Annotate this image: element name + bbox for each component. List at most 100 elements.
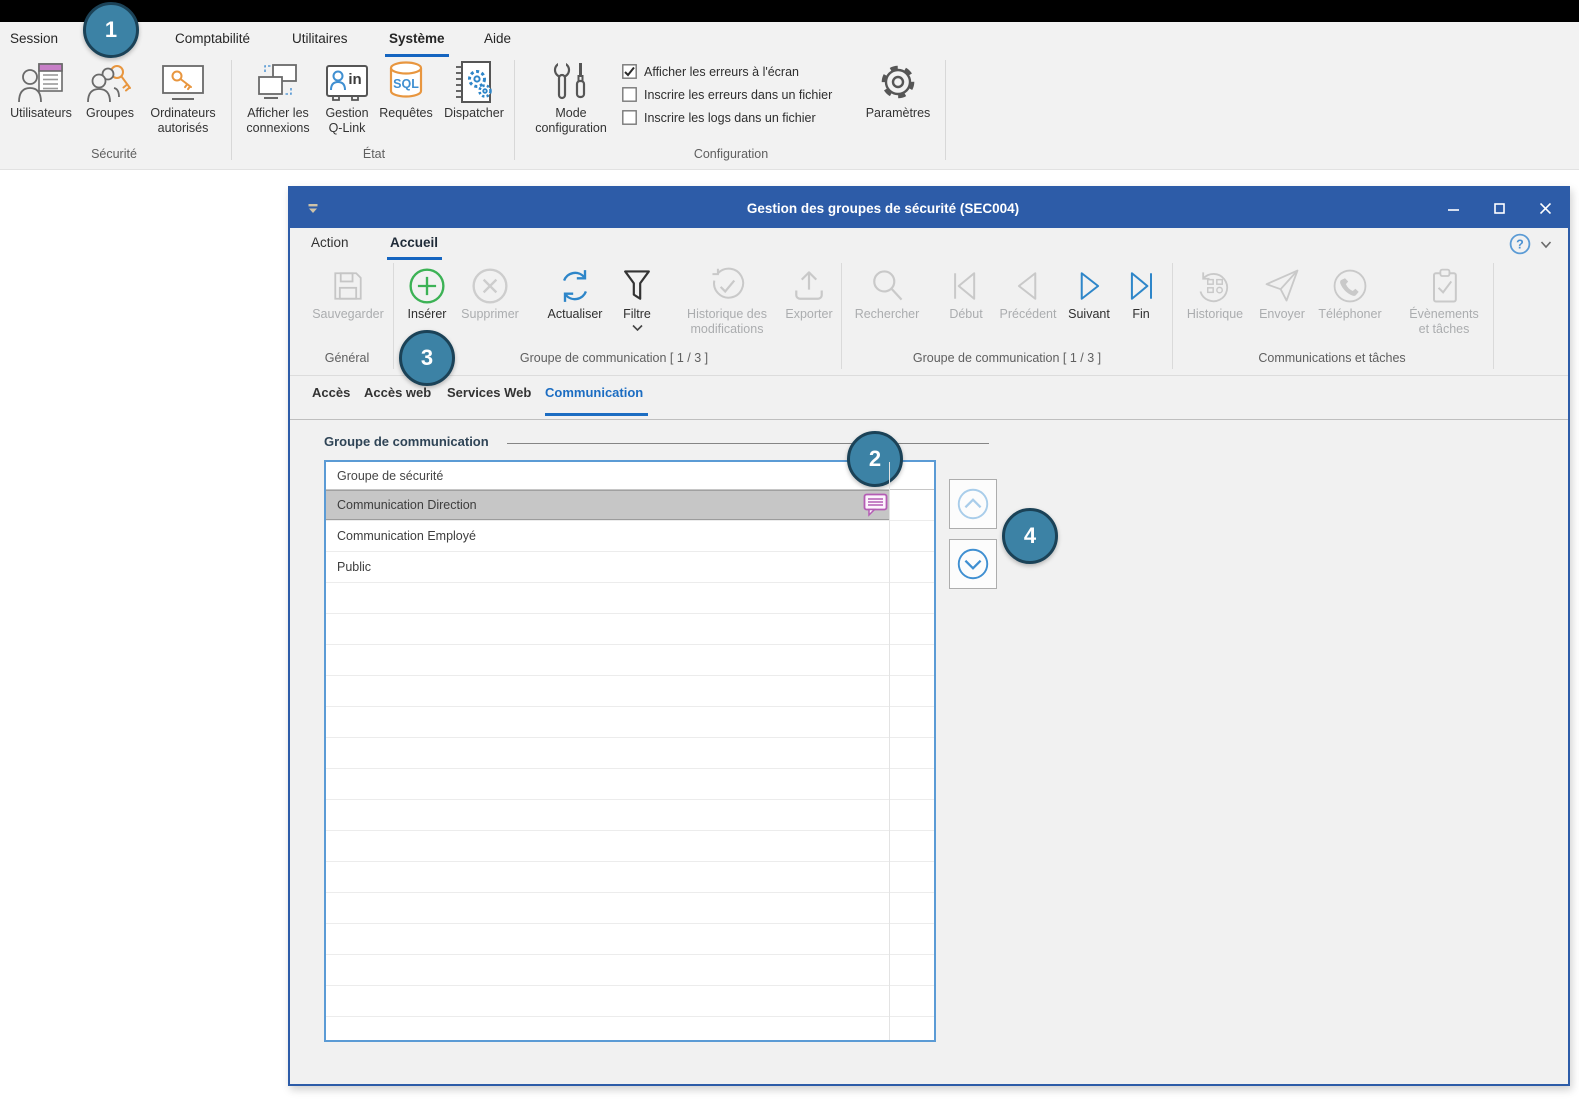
application-ribbon: Session Comptabilité Utilitaires Système…: [0, 22, 1579, 170]
filter-dropdown-chevron-icon[interactable]: [632, 324, 643, 331]
chevron-down-icon[interactable]: [1540, 240, 1552, 249]
dialog-ribbon: Sauvegarder Insérer Supprimer: [290, 261, 1568, 376]
search-button[interactable]: Rechercher: [848, 266, 926, 322]
empty-row: [326, 986, 934, 1017]
config-mode-button[interactable]: Mode configuration: [530, 58, 612, 136]
show-connections-button[interactable]: Afficher les connexions: [238, 58, 318, 136]
subtab-acces-web[interactable]: Accès web: [364, 385, 431, 400]
maximize-button[interactable]: [1476, 188, 1522, 228]
users-button[interactable]: Utilisateurs: [6, 58, 76, 121]
table-header-groupe-de-securite[interactable]: Groupe de sécurité: [326, 462, 934, 490]
dispatcher-button[interactable]: Dispatcher: [438, 58, 510, 121]
help-icon[interactable]: ?: [1509, 233, 1531, 255]
communication-groups-table[interactable]: Groupe de sécurité Communication Directi…: [324, 460, 936, 1042]
connections-icon: [255, 62, 301, 104]
active-menu-underline: [385, 54, 449, 57]
window-title-bar: [0, 0, 1579, 22]
refresh-label: Actualiser: [548, 307, 603, 322]
group-separator: [231, 60, 232, 160]
events-tasks-button[interactable]: Évènements et tâches: [1398, 266, 1490, 337]
save-label: Sauvegarder: [312, 307, 384, 322]
svg-text:?: ?: [1516, 238, 1524, 252]
queries-button[interactable]: SQL Requêtes: [376, 58, 436, 121]
settings-button[interactable]: Paramètres: [860, 58, 936, 121]
empty-row: [326, 800, 934, 831]
filter-label: Filtre: [623, 307, 651, 322]
menu-utilitaires[interactable]: Utilitaires: [292, 31, 348, 46]
empty-row: [326, 924, 934, 955]
dispatcher-icon: [452, 60, 496, 104]
insert-button[interactable]: Insérer: [398, 266, 456, 322]
groups-button[interactable]: Groupes: [78, 58, 142, 121]
row-label: Public: [337, 560, 371, 574]
menu-systeme[interactable]: Système: [389, 31, 445, 46]
empty-row: [326, 707, 934, 738]
qlink-icon: in: [324, 62, 370, 104]
delete-button[interactable]: Supprimer: [456, 266, 524, 322]
minimize-button[interactable]: [1430, 188, 1476, 228]
group-separator: [393, 263, 394, 369]
last-record-button[interactable]: Fin: [1118, 266, 1164, 322]
group-separator: [1493, 263, 1494, 369]
row-label: Communication Direction: [337, 498, 477, 512]
table-row-communication-direction[interactable]: Communication Direction: [326, 490, 934, 521]
events-tasks-icon: [1424, 266, 1464, 306]
empty-row: [326, 738, 934, 769]
empty-row: [326, 583, 934, 614]
export-label: Exporter: [785, 307, 832, 322]
menu-aide[interactable]: Aide: [484, 31, 511, 46]
table-row-public[interactable]: Public: [326, 552, 934, 583]
checkbox-show-errors-label: Afficher les erreurs à l'écran: [644, 65, 799, 79]
close-button[interactable]: [1522, 188, 1568, 228]
filter-button[interactable]: Filtre: [612, 266, 662, 331]
checkbox-log-logs-file[interactable]: Inscrire les logs dans un fichier: [622, 110, 816, 125]
subtab-services-web[interactable]: Services Web: [447, 385, 531, 400]
next-record-icon: [1069, 266, 1109, 306]
qlink-button[interactable]: in Gestion Q-Link: [320, 58, 374, 136]
empty-row: [326, 614, 934, 645]
callout-badge-3: 3: [399, 330, 455, 386]
table-row-communication-employe[interactable]: Communication Employé: [326, 521, 934, 552]
subtab-acces[interactable]: Accès: [312, 385, 350, 400]
search-label: Rechercher: [855, 307, 920, 322]
previous-record-button[interactable]: Précédent: [996, 266, 1060, 322]
group-separator: [841, 263, 842, 369]
authorized-computers-label: Ordinateurs autorisés: [150, 106, 215, 136]
subtab-communication[interactable]: Communication: [545, 385, 643, 400]
insert-icon: [407, 266, 447, 306]
show-connections-label: Afficher les connexions: [246, 106, 309, 136]
move-down-button[interactable]: [949, 539, 997, 589]
authorized-computers-button[interactable]: Ordinateurs autorisés: [144, 58, 222, 136]
refresh-button[interactable]: Actualiser: [540, 266, 610, 322]
next-record-button[interactable]: Suivant: [1062, 266, 1116, 322]
tab-action[interactable]: Action: [311, 235, 349, 250]
active-subtab-underline: [545, 413, 648, 416]
export-button[interactable]: Exporter: [782, 266, 836, 322]
history-modifications-button[interactable]: Historique des modifications: [672, 266, 782, 337]
communications-history-button[interactable]: Historique: [1178, 266, 1252, 322]
send-button[interactable]: Envoyer: [1252, 266, 1312, 322]
menu-comptabilite[interactable]: Comptabilité: [175, 31, 250, 46]
checkbox-show-errors[interactable]: Afficher les erreurs à l'écran: [622, 64, 799, 79]
checkbox-log-errors-file[interactable]: Inscrire les erreurs dans un fichier: [622, 87, 832, 102]
first-record-button[interactable]: Début: [938, 266, 994, 322]
qlink-label: Gestion Q-Link: [325, 106, 368, 136]
save-button[interactable]: Sauvegarder: [306, 266, 390, 322]
menu-session[interactable]: Session: [10, 31, 58, 46]
delete-label: Supprimer: [461, 307, 519, 322]
svg-text:SQL: SQL: [393, 77, 419, 91]
empty-row: [326, 862, 934, 893]
comment-bubble-icon[interactable]: [863, 493, 888, 517]
dialog-ribbon-tabs: Action Accueil ?: [290, 228, 1568, 261]
tab-accueil[interactable]: Accueil: [390, 235, 438, 250]
move-up-button[interactable]: [949, 479, 997, 529]
quick-access-toolbar-button[interactable]: [290, 188, 336, 228]
phone-button[interactable]: Téléphoner: [1314, 266, 1386, 322]
groups-label: Groupes: [86, 106, 134, 121]
communication-tab-content: Groupe de communication Groupe de sécuri…: [290, 420, 1568, 1084]
chevron-up-circle-icon: [954, 485, 992, 523]
dialog-title-bar[interactable]: Gestion des groupes de sécurité (SEC004): [290, 188, 1568, 228]
chevron-down-circle-icon: [954, 545, 992, 583]
communications-history-label: Historique: [1187, 307, 1243, 322]
group-label-comm-tasks: Communications et tâches: [1258, 351, 1405, 365]
